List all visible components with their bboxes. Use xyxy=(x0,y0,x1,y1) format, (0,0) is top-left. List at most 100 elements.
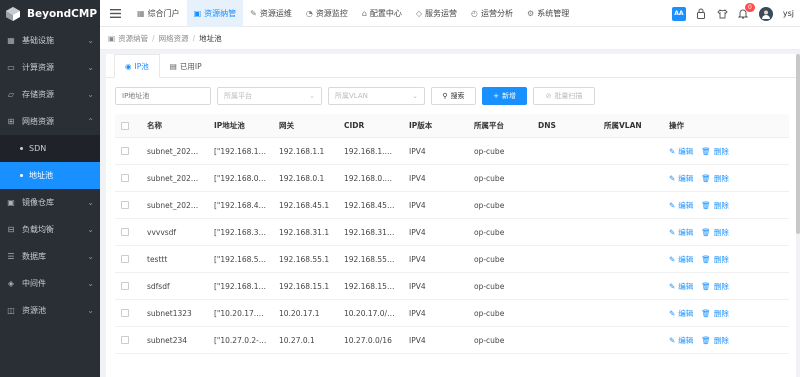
col-cidr: CIDR xyxy=(344,121,365,130)
menu-toggle-icon[interactable] xyxy=(100,8,130,18)
sidebar-item[interactable]: ◈ 中间件 ⌄ xyxy=(0,270,100,297)
edit-button[interactable]: ✎ 编辑 xyxy=(669,335,693,346)
delete-button[interactable]: 🗑 删除 xyxy=(701,254,729,265)
row-checkbox[interactable] xyxy=(121,174,129,182)
vlan-select[interactable]: 所属VLAN ⌄ xyxy=(328,87,425,105)
edit-button[interactable]: ✎ 编辑 xyxy=(669,200,693,211)
top-nav-tab[interactable]: ◴ 运营分析 xyxy=(464,0,520,27)
top-nav-tab[interactable]: ◇ 服务运营 xyxy=(409,0,464,27)
delete-button[interactable]: 🗑 删除 xyxy=(701,308,729,319)
breadcrumb-item[interactable]: 网络资源 xyxy=(159,33,189,44)
lock-icon[interactable] xyxy=(696,8,707,19)
cell-gateway: 192.168.0.1 xyxy=(279,173,325,183)
search-button[interactable]: ⚲ 搜索 xyxy=(431,87,476,105)
delete-button[interactable]: 🗑 删除 xyxy=(701,335,729,346)
cell-version: IPV4 xyxy=(409,335,426,345)
cell-platform: op-cube xyxy=(474,308,505,318)
table-row: testtt ["192.168.5… 192.168.55.1 192.168.55… xyxy=(115,246,789,273)
top-nav-tab[interactable]: ⚙ 系统管理 xyxy=(520,0,576,27)
sidebar-item[interactable]: ▭ 计算资源 ⌄ xyxy=(0,54,100,81)
ip-pool-input[interactable] xyxy=(115,87,211,105)
sidebar-item[interactable]: ▦ 基础设施 ⌄ xyxy=(0,27,100,54)
row-checkbox[interactable] xyxy=(121,309,129,317)
pool-icon: ◫ xyxy=(7,306,15,315)
sidebar-subitem[interactable]: 地址池 xyxy=(0,162,100,189)
folder-icon: ▱ xyxy=(7,90,15,99)
bullet-icon xyxy=(20,174,23,177)
pool-icon: ◉ xyxy=(125,61,132,71)
notification-badge: 0 xyxy=(745,3,755,12)
table-row: subnet234 ["10.27.0.2-… 10.27.0.1 10.27.0.0… xyxy=(115,327,789,354)
delete-button[interactable]: 🗑 删除 xyxy=(701,281,729,292)
edit-button[interactable]: ✎ 编辑 xyxy=(669,254,693,265)
top-nav-tab[interactable]: ▦ 综合门户 xyxy=(130,0,187,27)
delete-button[interactable]: 🗑 删除 xyxy=(701,200,729,211)
edit-button[interactable]: ✎ 编辑 xyxy=(669,308,693,319)
top-nav-tab-label: 综合门户 xyxy=(147,8,180,18)
sidebar-item[interactable]: ⊞ 网络资源 ⌃ xyxy=(0,108,100,135)
font-size-button[interactable]: AA xyxy=(671,6,686,21)
edit-button[interactable]: ✎ 编辑 xyxy=(669,173,693,184)
cell-version: IPV4 xyxy=(409,254,426,264)
table-row: subnet_202… ["192.168.1… 192.168.1.1 192.16… xyxy=(115,138,789,165)
top-nav-tab-label: 资源监控 xyxy=(315,8,348,18)
row-actions: ✎ 编辑 🗑 删除 xyxy=(669,254,789,265)
cell-version: IPV4 xyxy=(409,200,426,210)
delete-button[interactable]: 🗑 删除 xyxy=(701,173,729,184)
row-checkbox[interactable] xyxy=(121,228,129,236)
user-avatar[interactable] xyxy=(758,6,773,21)
skin-icon[interactable] xyxy=(717,8,728,19)
logo[interactable]: BeyondCMP xyxy=(0,0,100,27)
cell-gateway: 192.168.31.1 xyxy=(279,227,330,237)
row-checkbox[interactable] xyxy=(121,282,129,290)
breadcrumb-item[interactable]: 资源纳管 xyxy=(118,33,148,44)
delete-button[interactable]: 🗑 删除 xyxy=(701,146,729,157)
cell-name: subnet_202… xyxy=(147,200,199,210)
home-icon: ⌂ xyxy=(361,8,367,18)
row-checkbox[interactable] xyxy=(121,147,129,155)
trash-icon: 🗑 xyxy=(701,281,711,291)
sidebar-subitem[interactable]: SDN xyxy=(0,135,100,162)
edit-button[interactable]: ✎ 编辑 xyxy=(669,146,693,157)
col-pool: IP地址池 xyxy=(214,121,245,130)
wrench-icon: ✎ xyxy=(250,8,257,18)
row-checkbox[interactable] xyxy=(121,336,129,344)
edit-button[interactable]: ✎ 编辑 xyxy=(669,281,693,292)
platform-select[interactable]: 所属平台 ⌄ xyxy=(217,87,322,105)
sidebar-item[interactable]: ◫ 资源池 ⌄ xyxy=(0,297,100,324)
edit-icon: ✎ xyxy=(669,200,676,210)
bulk-scan-button[interactable]: ⊘ 批量扫描 xyxy=(533,87,595,105)
table-row: subnet_202… ["192.168.4… 192.168.45.1 192.1… xyxy=(115,192,789,219)
edit-icon: ✎ xyxy=(669,335,676,345)
sidebar-item[interactable]: ⊟ 负载均衡 ⌄ xyxy=(0,216,100,243)
edit-button[interactable]: ✎ 编辑 xyxy=(669,227,693,238)
top-nav-tab[interactable]: ✎ 资源运维 xyxy=(243,0,299,27)
select-all-checkbox[interactable] xyxy=(121,121,129,130)
cell-pool: ["192.168.4… xyxy=(214,200,267,210)
add-button[interactable]: + 新增 xyxy=(482,87,527,105)
row-checkbox[interactable] xyxy=(121,255,129,263)
top-nav-tab[interactable]: ◔ 资源监控 xyxy=(299,0,355,27)
tab-used-ip[interactable]: ▤ 已用IP xyxy=(160,54,212,78)
cell-version: IPV4 xyxy=(409,227,426,237)
sidebar-item[interactable]: ☰ 数据库 ⌄ xyxy=(0,243,100,270)
chart-icon: ◴ xyxy=(471,8,479,18)
sidebar-item[interactable]: ▣ 镜像仓库 ⌄ xyxy=(0,189,100,216)
sidebar-item[interactable]: ▱ 存储资源 ⌄ xyxy=(0,81,100,108)
cell-name: vvvvsdf xyxy=(147,227,177,237)
row-checkbox[interactable] xyxy=(121,201,129,209)
delete-button[interactable]: 🗑 删除 xyxy=(701,227,729,238)
notification-bell-icon[interactable]: 0 xyxy=(738,3,755,19)
top-nav-tab[interactable]: ⌂ 配置中心 xyxy=(355,0,409,27)
edit-icon: ✎ xyxy=(669,173,676,183)
cell-name: subnet234 xyxy=(147,335,188,345)
chevron-down-icon: ⌄ xyxy=(87,252,94,261)
top-nav-tab[interactable]: ▣ 资源纳管 xyxy=(186,0,244,27)
username[interactable]: ysj xyxy=(783,9,794,18)
scrollbar[interactable] xyxy=(796,54,800,234)
monitor-icon: ▭ xyxy=(7,63,15,72)
cell-cidr: 10.27.0.0/16 xyxy=(344,335,392,345)
cell-gateway: 192.168.55.1 xyxy=(279,254,330,264)
sidebar-item-label: 网络资源 xyxy=(22,117,54,126)
tab-ip-pool[interactable]: ◉ IP池 xyxy=(114,54,160,78)
